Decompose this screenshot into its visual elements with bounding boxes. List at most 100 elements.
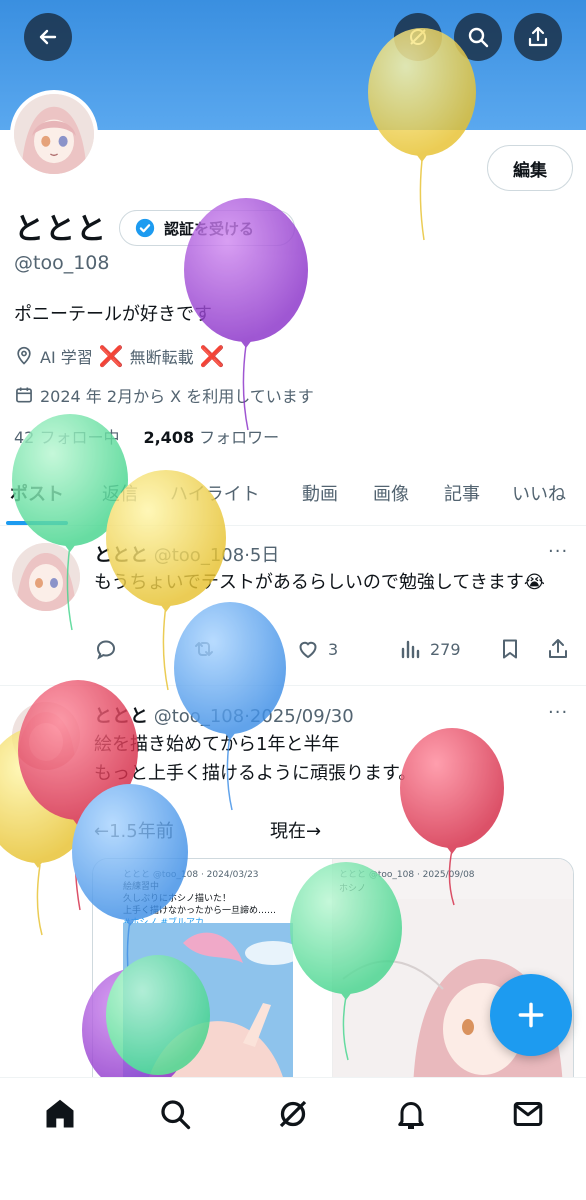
before-label: ←1.5年前 <box>94 821 174 842</box>
grok-button[interactable] <box>394 13 442 61</box>
followers-link[interactable]: 2,408 フォロワー <box>143 424 279 448</box>
now-label: 現在→ <box>270 821 322 842</box>
reply-button[interactable] <box>94 637 118 661</box>
location-pin-icon <box>17 346 31 365</box>
avatar-illustration <box>14 94 94 174</box>
more-options-button[interactable]: ··· <box>548 541 568 562</box>
heart-icon <box>299 641 317 659</box>
nav-messages[interactable] <box>510 1096 546 1132</box>
following-link[interactable]: 42 フォロー中 <box>14 424 119 448</box>
tweet[interactable]: ととと @too_108·5日 ··· もうちょいでテストがあるらしいので勉強し… <box>0 527 586 686</box>
display-name: ととと <box>14 212 107 247</box>
tab-articles[interactable]: 記事 <box>444 480 480 506</box>
joined-text: 2024 年 2月から X を利用しています <box>40 387 314 406</box>
share-icon <box>528 26 548 47</box>
bookmark-icon <box>503 639 517 659</box>
tweet-author-handle: @too_108 <box>153 706 245 727</box>
profile-avatar[interactable] <box>10 90 98 178</box>
arrow-left-icon <box>39 29 57 45</box>
location-text-1: AI 学習 <box>40 348 93 367</box>
follow-stats: 42 フォロー中 2,408 フォロワー <box>14 424 279 448</box>
media-left-text: 絵練習中 久しぶりにホシノ描いた！ 上手く描けなかったから一旦諦め…… #ホシノ… <box>123 881 276 929</box>
media-right-text: ホシノ <box>339 884 367 894</box>
back-button[interactable] <box>24 13 72 61</box>
tab-likes[interactable]: いいね <box>512 480 566 506</box>
calendar-icon <box>16 387 32 403</box>
nav-notifications[interactable] <box>393 1096 429 1132</box>
like-button[interactable]: 3 <box>296 637 338 661</box>
repost-icon <box>195 642 213 656</box>
media-image-left[interactable]: ととと @too_108 · 2024/03/23 絵練習中 久しぶりにホシノ描… <box>93 859 333 1097</box>
followers-count: 2,408 <box>143 428 195 447</box>
tab-videos[interactable]: 動画 <box>302 480 338 506</box>
grok-icon <box>410 29 426 45</box>
share-icon <box>549 639 567 658</box>
tab-images[interactable]: 画像 <box>373 480 409 506</box>
tweet-header: ととと @too_108·2025/09/30 <box>94 702 354 728</box>
share-button[interactable] <box>514 13 562 61</box>
profile-location: AI 学習 ❌ 無断転載 ❌ <box>14 344 225 368</box>
profile-tabs: ポスト 返信 ハイライト 動画 画像 記事 いいね <box>0 466 586 526</box>
mail-icon <box>513 1102 543 1126</box>
tweet-author-name[interactable]: ととと <box>94 706 148 727</box>
media-left-meta: ととと @too_108 · 2024/03/23 <box>123 870 259 880</box>
view-count: 279 <box>430 639 461 659</box>
nav-grok[interactable] <box>275 1096 311 1132</box>
tweet-text-line-2: もっと上手く描けるように頑張ります。 <box>94 763 417 784</box>
profile-handle: @too_108 <box>14 252 110 274</box>
search-icon <box>161 1100 191 1130</box>
tweet-avatar[interactable] <box>12 543 80 611</box>
get-verified-button[interactable]: 認証を受ける <box>119 210 295 246</box>
home-icon <box>46 1099 74 1128</box>
profile-joined: 2024 年 2月から X を利用しています <box>14 383 314 407</box>
avatar-illustration <box>12 702 80 770</box>
following-label: フォロー中 <box>39 428 120 447</box>
share-tweet-button[interactable] <box>546 637 570 661</box>
nav-search[interactable] <box>157 1096 193 1132</box>
active-tab-indicator <box>6 521 68 525</box>
tweet-time: 2025/09/30 <box>249 706 354 727</box>
tweet-time: 5日 <box>249 545 280 566</box>
tab-posts[interactable]: ポスト <box>10 480 64 506</box>
tweet-avatar[interactable] <box>12 702 80 770</box>
avatar-illustration <box>12 543 80 611</box>
tweet-author-name[interactable]: ととと <box>94 545 148 566</box>
repost-button[interactable] <box>192 637 216 661</box>
tab-replies[interactable]: 返信 <box>102 480 138 506</box>
media-left-illustration <box>123 923 293 1097</box>
bell-icon <box>398 1102 424 1129</box>
tweet-text: もうちょいでテストがあるらしいので勉強してきます😭 <box>94 572 545 593</box>
search-icon <box>468 27 489 48</box>
tweet-actions: 3 279 <box>94 637 570 667</box>
plus-icon <box>518 1002 544 1028</box>
tweet-header: ととと @too_108·5日 <box>94 541 279 567</box>
views-button[interactable]: 279 <box>398 637 461 661</box>
search-button[interactable] <box>454 13 502 61</box>
tweet-author-handle: @too_108 <box>153 545 245 566</box>
more-options-button[interactable]: ··· <box>548 702 568 723</box>
tab-highlights[interactable]: ハイライト <box>170 480 260 506</box>
profile-bio: ポニーテールが好きです <box>14 304 212 325</box>
bookmark-button[interactable] <box>498 637 522 661</box>
followers-label: フォロワー <box>199 428 280 447</box>
cross-mark-2: ❌ <box>199 344 225 368</box>
bottom-navigation <box>0 1077 586 1200</box>
tweet-text-line-1: 絵を描き始めてから1年と半年 <box>94 734 340 755</box>
cross-mark-1: ❌ <box>98 344 124 368</box>
compose-button[interactable] <box>490 974 572 1056</box>
tweet-media[interactable]: ととと @too_108 · 2024/03/23 絵練習中 久しぶりにホシノ描… <box>92 858 574 1098</box>
following-count: 42 <box>14 428 35 447</box>
analytics-icon <box>401 640 420 659</box>
like-count: 3 <box>328 639 339 659</box>
media-left-line-2: 久しぶりにホシノ描いた！ <box>123 894 232 904</box>
get-verified-label: 認証を受ける <box>164 219 255 238</box>
verified-badge-icon <box>135 218 155 238</box>
edit-profile-button[interactable]: 編集 <box>487 145 573 191</box>
grok-icon <box>279 1100 307 1128</box>
media-right-meta: ととと @too_108 · 2025/09/08 <box>339 870 475 880</box>
media-left-line-3: 上手く描けなかったから一旦諦め…… <box>123 906 277 916</box>
nav-home[interactable] <box>42 1096 78 1132</box>
location-text-2: 無断転載 <box>129 348 194 367</box>
reply-icon <box>96 640 116 660</box>
media-left-line-1: 絵練習中 <box>123 882 160 892</box>
